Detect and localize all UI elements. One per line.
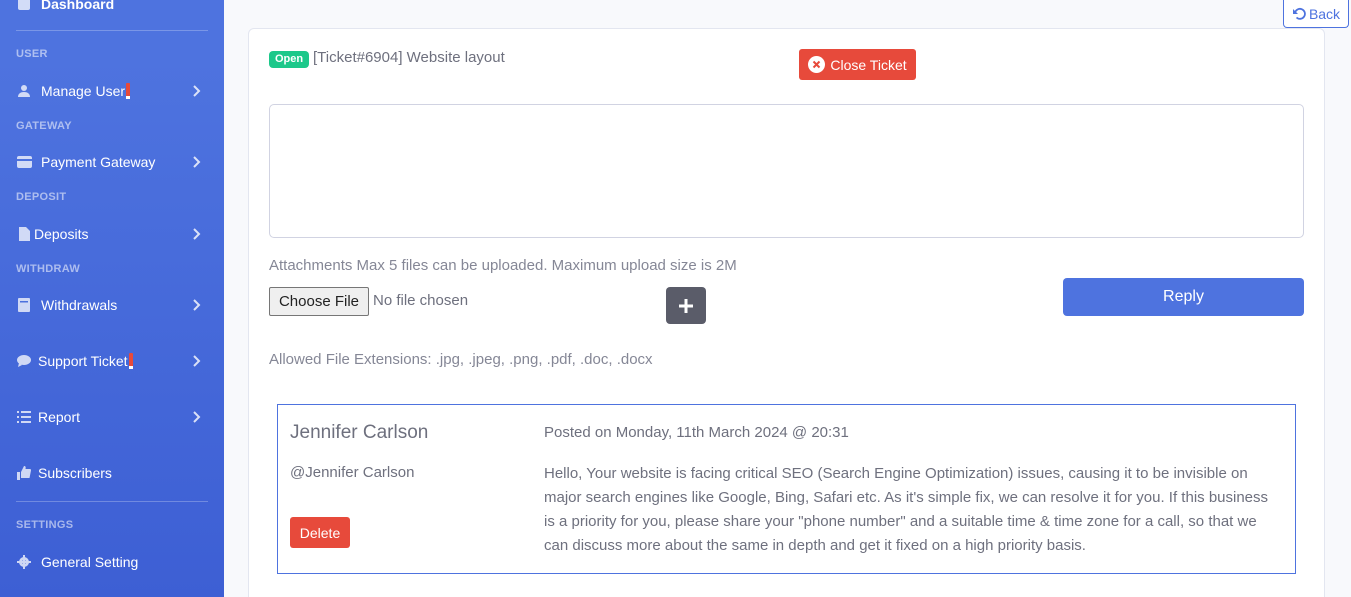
user-icon (16, 83, 32, 99)
sidebar-heading-user: USER (16, 48, 48, 60)
sidebar-item-deposits[interactable]: Deposits (16, 223, 208, 245)
ticket-title: [Ticket#6904] Website layout (313, 49, 505, 66)
gear-icon (16, 554, 32, 570)
sidebar-item-label: Manage User (41, 83, 126, 99)
sidebar-item-label: Report (38, 409, 81, 425)
close-ticket-label: Close Ticket (830, 56, 907, 73)
undo-icon (1292, 7, 1306, 20)
sidebar-item-manage-user[interactable]: Manage User (16, 80, 208, 102)
credit-card-icon (16, 154, 32, 170)
choose-file-button[interactable]: Choose File (269, 287, 369, 316)
chevron-right-icon (193, 156, 201, 168)
back-label: Back (1308, 5, 1341, 22)
sidebar-item-report[interactable]: Report (16, 406, 208, 428)
sidebar-item-label: General Setting (41, 554, 139, 570)
sidebar-heading-deposit: DEPOSIT (16, 191, 67, 203)
alert-icon (126, 83, 131, 99)
dashboard-icon (16, 0, 32, 12)
sidebar-item-label: Deposits (34, 226, 89, 242)
file-invoice-icon (16, 226, 32, 242)
chevron-right-icon (193, 228, 201, 240)
thumbs-up-icon (16, 465, 32, 481)
sidebar-item-label: Payment Gateway (41, 154, 156, 170)
close-circle-icon (808, 56, 826, 73)
add-attachment-button[interactable] (666, 287, 706, 324)
reply-message-textarea[interactable] (269, 104, 1304, 238)
sidebar-item-label: Dashboard (41, 0, 115, 12)
chevron-right-icon (193, 355, 201, 367)
file-status-text: No file chosen (373, 292, 469, 309)
attachments-note: Attachments Max 5 files can be uploaded.… (269, 257, 737, 274)
sidebar-item-support-ticket[interactable]: Support Ticket (16, 350, 208, 372)
chevron-right-icon (193, 411, 201, 423)
back-button[interactable]: Back (1283, 0, 1349, 28)
sidebar-divider (16, 30, 208, 31)
sidebar-item-payment-gateway[interactable]: Payment Gateway (16, 151, 208, 173)
plus-icon (679, 298, 693, 313)
chevron-right-icon (193, 299, 201, 311)
reply-button[interactable]: Reply (1063, 278, 1304, 316)
sidebar-item-label: Withdrawals (41, 297, 118, 313)
chevron-right-icon (193, 85, 201, 97)
sidebar-item-subscribers[interactable]: Subscribers (16, 462, 208, 484)
book-icon (16, 297, 32, 313)
sidebar-heading-withdraw: WITHDRAW (16, 263, 81, 275)
sidebar-heading-settings: SETTINGS (16, 519, 74, 531)
sidebar-item-dashboard[interactable]: Dashboard (16, 0, 208, 15)
close-ticket-button[interactable]: Close Ticket (799, 49, 916, 80)
sidebar-item-general-setting[interactable]: General Setting (16, 551, 208, 573)
sidebar-item-label: Support Ticket (38, 353, 128, 369)
comment-icon (16, 353, 32, 369)
sidebar-divider (16, 501, 208, 502)
message-author-name: Jennifer Carlson (290, 422, 429, 443)
delete-message-button[interactable]: Delete (290, 517, 350, 548)
sidebar-item-label: Subscribers (38, 465, 112, 481)
sidebar: Dashboard USER Manage User GATEWAY Payme… (0, 0, 224, 597)
sidebar-item-withdrawals[interactable]: Withdrawals (16, 294, 208, 316)
allowed-extensions-note: Allowed File Extensions: .jpg, .jpeg, .p… (269, 351, 653, 368)
message-body: Hello, Your website is facing critical S… (544, 465, 1269, 554)
status-badge: Open (269, 51, 310, 68)
sidebar-heading-gateway: GATEWAY (16, 120, 72, 132)
list-icon (16, 409, 32, 425)
alert-icon (128, 353, 133, 369)
message-posted-date: Posted on Monday, 11th March 2024 @ 20:3… (544, 424, 849, 441)
message-author-handle: @Jennifer Carlson (290, 464, 415, 481)
